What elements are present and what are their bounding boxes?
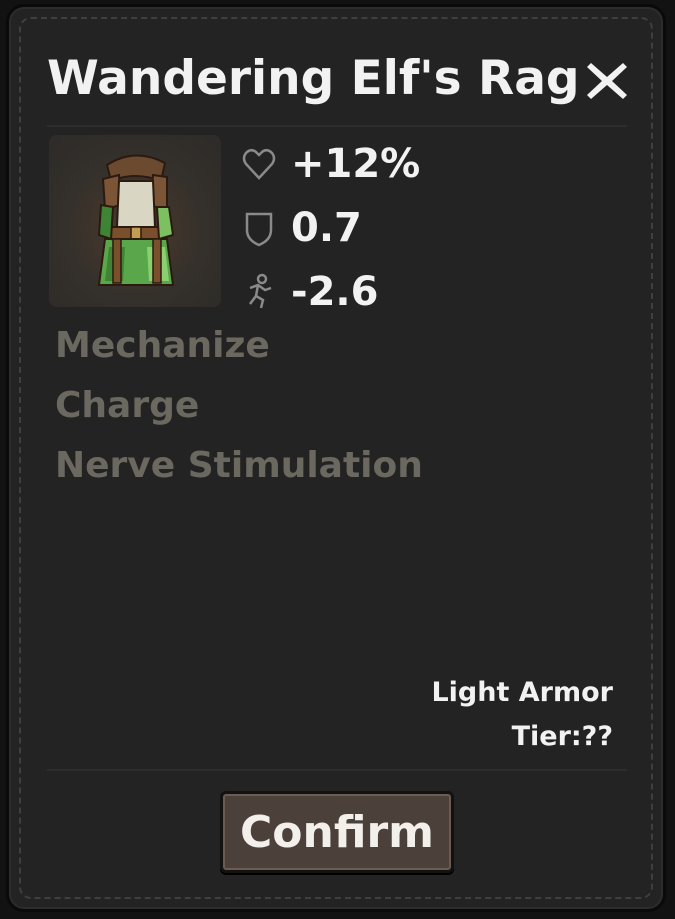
ability-mechanize: Mechanize (55, 325, 270, 366)
elf-rag-armor-icon (97, 154, 175, 286)
stat-value-health: +12% (291, 141, 421, 187)
heart-icon (242, 149, 276, 180)
stat-row-health: +12% (241, 139, 420, 189)
confirm-button-label: Confirm (239, 806, 434, 858)
stat-row-speed: -2.6 (241, 267, 378, 317)
stat-row-defense: 0.7 (241, 203, 362, 253)
item-detail-dialog: Wandering Elf's Rag +12% 0.7 -2.6 Mechan… (6, 4, 666, 912)
item-image-frame (49, 135, 221, 307)
shield-icon (245, 212, 273, 247)
stat-value-speed: -2.6 (291, 269, 379, 315)
item-title: Wandering Elf's Rag (47, 51, 580, 106)
confirm-button[interactable]: Confirm (220, 791, 454, 873)
ability-nerve-stimulation: Nerve Stimulation (55, 445, 423, 486)
footer-divider (47, 769, 627, 771)
item-tier-label: Tier:?? (511, 721, 613, 752)
close-icon (587, 63, 627, 99)
item-type-label: Light Armor (431, 677, 613, 708)
running-man-icon (249, 273, 272, 309)
ability-charge: Charge (55, 385, 200, 426)
close-button[interactable] (579, 53, 635, 109)
stat-value-defense: 0.7 (291, 205, 362, 251)
header-divider (47, 125, 627, 127)
